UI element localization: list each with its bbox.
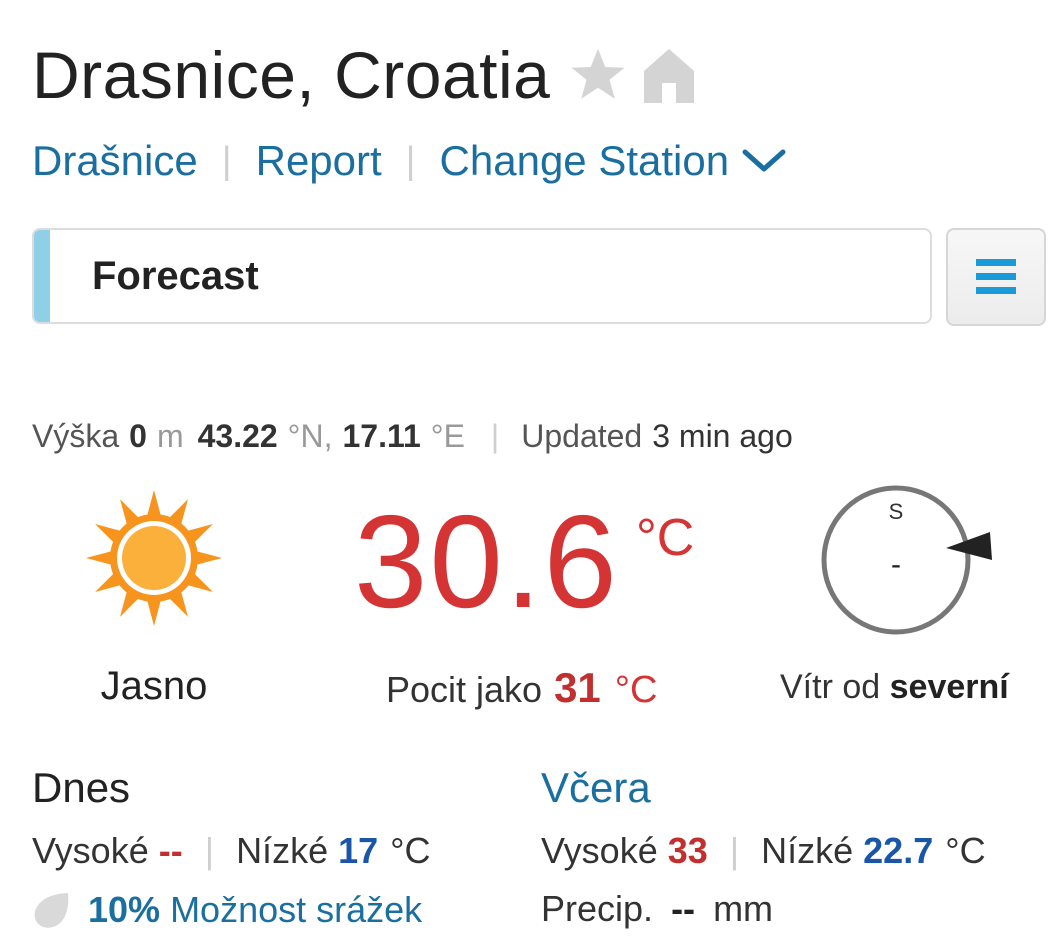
raindrop-icon (34, 893, 69, 928)
separator: | (221, 139, 232, 182)
precip-value: -- (671, 888, 696, 929)
precip-chance: 10% Možnost srážek (32, 888, 422, 932)
yesterday-low-value: 22.7 (863, 830, 934, 871)
station-meta: Výška 0 m 43.22 °N, 17.11 °E | Updated 3… (32, 414, 793, 458)
separator: | (490, 417, 500, 454)
separator: | (405, 139, 416, 182)
condition-text: Jasno (100, 664, 208, 708)
yesterday-precip: Precip. -- mm (541, 888, 773, 930)
feels-label: Pocit jako (386, 669, 543, 710)
yesterday-title[interactable]: Včera (541, 764, 651, 812)
latitude-unit: °N, (287, 417, 333, 454)
wind-label: Vítr od (780, 668, 881, 706)
station-link[interactable]: Drašnice (32, 137, 198, 185)
longitude-value: 17.11 (342, 417, 421, 454)
precip-percent: 10% (88, 889, 161, 930)
low-label: Nízké (236, 830, 329, 871)
wind-speed: - (891, 548, 901, 581)
unit-label: °C (945, 830, 986, 871)
wind-text: Vítr od severní (780, 668, 1009, 707)
temperature-unit: °C (636, 509, 695, 567)
compass-north-label: S (889, 499, 904, 524)
feels-unit: °C (614, 669, 658, 711)
station-links: Drašnice | Report | Change Station (32, 134, 787, 188)
feels-value: 31 (554, 664, 601, 711)
high-label: Vysoké (541, 830, 658, 871)
wind-direction: severní (889, 668, 1009, 706)
today-high-value: -- (158, 830, 183, 871)
hamburger-menu-icon (976, 259, 1016, 294)
longitude-unit: °E (430, 417, 465, 454)
separator: | (729, 830, 740, 871)
chevron-down-icon[interactable] (741, 147, 787, 175)
updated-value: 3 min ago (652, 417, 793, 454)
yesterday-high-low: Vysoké 33 | Nízké 22.7 °C (541, 830, 986, 872)
report-link[interactable]: Report (256, 137, 382, 185)
low-label: Nízké (761, 830, 854, 871)
change-station-link[interactable]: Change Station (440, 137, 730, 185)
precip-label: Precip. (541, 888, 654, 929)
updated-label: Updated (521, 417, 643, 454)
unit-label: °C (390, 830, 431, 871)
menu-button[interactable] (946, 228, 1046, 326)
home-icon[interactable] (642, 47, 696, 103)
latitude-value: 43.22 (197, 417, 278, 454)
separator: | (204, 830, 215, 871)
star-icon[interactable] (568, 46, 628, 104)
today-high-low: Vysoké -- | Nízké 17 °C (32, 830, 431, 872)
forecast-label: Forecast (92, 253, 259, 298)
elevation-label: Výška (32, 417, 120, 454)
sun-icon (86, 490, 222, 626)
current-temperature: 30.6 (354, 488, 619, 635)
wind-compass-icon: S - (821, 485, 992, 635)
yesterday-high-value: 33 (667, 830, 708, 871)
precip-label: Možnost srážek (170, 889, 423, 930)
precip-unit: mm (713, 888, 774, 929)
forecast-tab[interactable]: Forecast (32, 228, 932, 324)
title-row: Drasnice, Croatia (32, 30, 696, 120)
page-title: Drasnice, Croatia (32, 38, 551, 112)
elevation-value: 0 (129, 417, 147, 454)
today-title: Dnes (32, 764, 131, 811)
high-label: Vysoké (32, 830, 149, 871)
elevation-unit: m (156, 417, 184, 454)
feels-like: Pocit jako 31 °C (386, 664, 657, 712)
forecast-accent (34, 230, 50, 322)
today-low-value: 17 (338, 830, 379, 871)
